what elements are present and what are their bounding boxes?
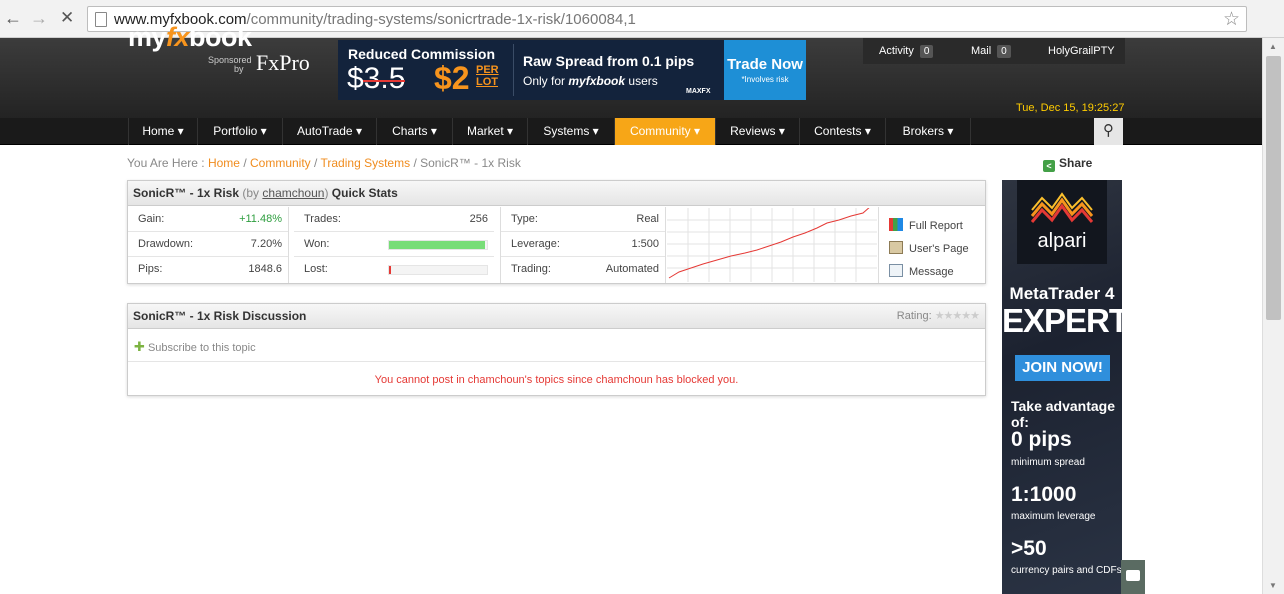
rating: Rating: ★★★★★ (896, 310, 980, 322)
discussion-title: SonicR™ - 1x Risk Discussion (133, 309, 307, 323)
back-arrow-icon[interactable]: ← (4, 8, 22, 28)
won-bar-fill (389, 241, 486, 249)
banner-feature-2: 1:1000 (1011, 483, 1077, 506)
menu-systems[interactable]: Systems ▾ (527, 118, 614, 145)
alpari-banner[interactable]: alpari MetaTrader 4 EXPERT JOIN NOW! Tak… (1002, 180, 1122, 594)
main-menu: Home ▾ Portfolio ▾ AutoTrade ▾ Charts ▾ … (0, 118, 1262, 145)
rating-stars-icon[interactable]: ★★★★★ (935, 310, 980, 322)
won-bar (388, 240, 488, 250)
full-report-link[interactable]: Full Report (889, 218, 963, 232)
bar-chart-icon (889, 218, 903, 231)
activity-link[interactable]: Activity 0 (879, 45, 934, 58)
breadcrumb-trading-systems[interactable]: Trading Systems (321, 156, 411, 170)
banner-feature-3-desc: currency pairs and CDFs (1011, 565, 1122, 576)
system-title: SonicR™ - 1x Risk (133, 186, 240, 200)
banner-metatrader: MetaTrader 4 (1009, 284, 1115, 303)
banner-feature-1: 0 pips (1011, 428, 1072, 451)
stat-lost: Lost: (294, 257, 494, 282)
share-button[interactable]: < Share (1043, 156, 1092, 172)
breadcrumb-current: SonicR™ - 1x Risk (420, 156, 521, 170)
sponsored-by: Sponsored by (208, 55, 252, 74)
user-bar: Activity 0 Mail 0 HolyGrailPTY (863, 38, 1125, 64)
myfxbook-logo[interactable]: myfxbook (128, 22, 252, 53)
forward-arrow-icon[interactable]: → (30, 8, 48, 28)
stat-type: Type: Real (501, 207, 665, 232)
username-link[interactable]: HolyGrailPTY (1048, 45, 1115, 57)
ad-only-for: Only for myfxbook users (523, 74, 658, 88)
scrollbar-thumb[interactable] (1266, 56, 1281, 320)
trade-now-button[interactable]: Trade Now *Involves risk (724, 40, 806, 100)
mail-link[interactable]: Mail 0 (971, 45, 1011, 58)
alpari-logo: alpari (1017, 180, 1107, 264)
banner-feature-2-desc: maximum leverage (1011, 511, 1096, 522)
menu-brokers[interactable]: Brokers ▾ (885, 118, 971, 145)
menu-market[interactable]: Market ▾ (452, 118, 527, 145)
breadcrumb: You Are Here : Home / Community / Tradin… (127, 156, 521, 170)
breadcrumb-community[interactable]: Community (250, 156, 311, 170)
page-icon (95, 12, 107, 27)
author-link[interactable]: chamchoun (262, 186, 324, 200)
search-icon[interactable]: ⚲ (1094, 118, 1123, 145)
menu-autotrade[interactable]: AutoTrade ▾ (282, 118, 376, 145)
ad-old-price: $3.5 (347, 62, 406, 95)
discussion-panel: SonicR™ - 1x Risk Discussion Rating: ★★★… (127, 303, 986, 396)
envelope-icon (889, 264, 903, 277)
stat-won: Won: (294, 232, 494, 257)
menu-reviews[interactable]: Reviews ▾ (715, 118, 799, 145)
equity-growth-chart[interactable] (667, 208, 877, 282)
stat-pips: Pips: 1848.6 (138, 263, 282, 275)
server-time: Tue, Dec 15, 19:25:27 (1016, 102, 1125, 114)
alpari-waves-icon (1030, 192, 1094, 223)
page-scrollbar[interactable]: ▲ ▼ (1262, 38, 1284, 594)
ad-broker-logo: MAXFX (686, 88, 711, 95)
breadcrumb-home[interactable]: Home (208, 156, 240, 170)
lost-bar-fill (389, 266, 391, 274)
ad-divider (513, 44, 514, 96)
stat-trades: Trades: 256 (294, 207, 494, 232)
activity-count-badge: 0 (919, 45, 934, 58)
share-icon: < (1043, 160, 1055, 172)
subscribe-icon: ✚ (134, 339, 145, 354)
stat-gain: Gain: +11.48% (128, 207, 288, 232)
menu-portfolio[interactable]: Portfolio ▾ (197, 118, 282, 145)
ad-reduced-commission: Reduced Commission (348, 46, 496, 62)
menu-contests[interactable]: Contests ▾ (799, 118, 885, 145)
header-advert[interactable]: Reduced Commission $3.5 $2 PER LOT Raw Sp… (338, 40, 806, 100)
bookmark-star-icon[interactable]: ☆ (1223, 8, 1240, 31)
scroll-up-icon[interactable]: ▲ (1269, 42, 1277, 51)
chat-icon[interactable] (1121, 560, 1145, 594)
message-link[interactable]: Message (889, 264, 954, 278)
ad-raw-spread: Raw Spread from 0.1 pips (523, 53, 695, 69)
menu-community[interactable]: Community ▾ (614, 118, 715, 145)
banner-feature-3: >50 (1011, 537, 1047, 560)
quick-stats-panel: SonicR™ - 1x Risk (by chamchoun) Quick S… (127, 180, 986, 284)
url-path: /community/trading-systems/sonicrtrade-1… (246, 11, 636, 28)
blocked-message: You cannot post in chamchoun's topics si… (374, 374, 739, 386)
stat-drawdown: Drawdown: 7.20% (128, 232, 288, 257)
menu-home[interactable]: Home ▾ (128, 118, 197, 145)
stat-leverage: Leverage: 1:500 (501, 232, 665, 257)
ad-per-lot: PER LOT (476, 64, 499, 88)
user-page-icon (889, 241, 903, 254)
ad-new-price: $2 (434, 60, 470, 96)
users-page-link[interactable]: User's Page (889, 241, 969, 255)
banner-take-advantage: Take advantage of: (1011, 398, 1116, 430)
mail-count-badge: 0 (997, 45, 1011, 58)
banner-expert: EXPERT (1002, 302, 1122, 339)
stat-trading: Trading: Automated (511, 263, 659, 275)
menu-charts[interactable]: Charts ▾ (376, 118, 452, 145)
quick-stats-label: Quick Stats (331, 186, 398, 200)
scroll-down-icon[interactable]: ▼ (1269, 581, 1277, 590)
banner-feature-1-desc: minimum spread (1011, 457, 1085, 468)
subscribe-link[interactable]: ✚ Subscribe to this topic (134, 339, 256, 355)
stop-loading-icon[interactable]: ✕ (60, 8, 74, 28)
join-now-button[interactable]: JOIN NOW! (1015, 355, 1110, 381)
address-bar[interactable]: www.myfxbook.com/community/trading-syste… (87, 6, 1247, 32)
lost-bar (388, 265, 488, 275)
fxpro-logo[interactable]: FxPro (256, 50, 310, 76)
